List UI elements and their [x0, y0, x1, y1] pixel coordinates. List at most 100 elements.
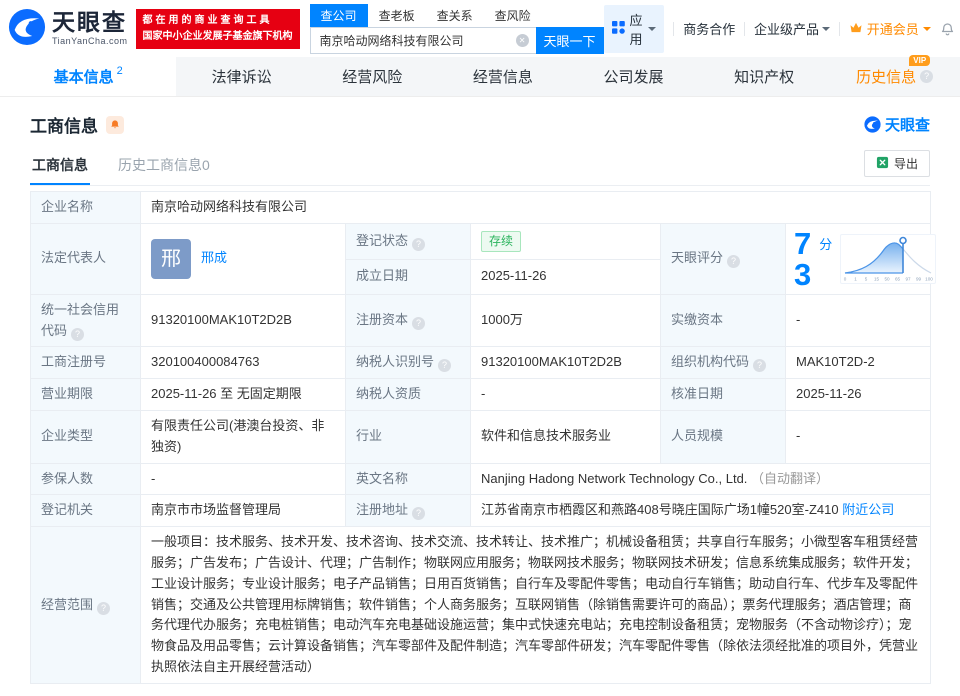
- tick-5: 5: [865, 276, 868, 281]
- english-name-text: Nanjing Hadong Network Technology Co., L…: [481, 470, 748, 486]
- biz-term-label: 营业期限: [30, 378, 141, 411]
- score-distribution-chart: 0 1 5 15 50 65 97 99 100: [840, 233, 937, 284]
- help-icon[interactable]: [412, 237, 426, 251]
- english-name-label: 英文名称: [345, 462, 471, 496]
- help-icon[interactable]: [438, 359, 452, 373]
- reg-status-label: 登记状态: [345, 222, 471, 260]
- help-icon[interactable]: [71, 327, 85, 341]
- help-icon[interactable]: [753, 359, 767, 373]
- tick-0: 0: [844, 276, 847, 281]
- subtab-business-info[interactable]: 工商信息: [30, 147, 90, 185]
- nav-business-coop[interactable]: 商务合作: [683, 19, 735, 38]
- tick-100: 100: [925, 276, 933, 281]
- tab-operation-risk[interactable]: 经营风险: [307, 57, 438, 96]
- logo-text: 天眼查 TianYanCha.com: [52, 11, 128, 46]
- excel-export-icon: [876, 156, 889, 172]
- tab-company-development[interactable]: 公司发展: [568, 57, 699, 96]
- insured-count-label: 参保人数: [30, 462, 141, 496]
- table-row: 统一社会信用代码 91320100MAK10T2D2B 注册资本 1000万 实…: [30, 293, 932, 348]
- help-icon[interactable]: [920, 70, 934, 83]
- promo-line-1: 都在用的商业查询工具: [142, 14, 273, 26]
- tab-history-info[interactable]: 历史信息 VIP: [829, 55, 960, 96]
- reg-capital-label-text: 注册资本: [356, 312, 409, 328]
- industry-value: 软件和信息技术服务业: [470, 409, 661, 464]
- insured-count-value: -: [140, 462, 346, 496]
- search-area: 查公司 查老板 查关系 查风险 天眼一下: [309, 3, 604, 54]
- company-type-label: 企业类型: [30, 409, 141, 464]
- apps-menu[interactable]: 应用: [603, 4, 665, 53]
- credit-code-label: 统一社会信用代码: [30, 293, 141, 348]
- org-code-label-text: 组织机构代码: [671, 354, 750, 370]
- search-button[interactable]: 天眼一下: [535, 26, 604, 54]
- nav-enterprise-products[interactable]: 企业级产品: [754, 19, 831, 38]
- main-content: 工商信息 天眼查 工商信息 历史工商信息0 导出 企业名称 南京哈动网络科技有限…: [0, 97, 960, 684]
- table-row: 企业名称 南京哈动网络科技有限公司: [30, 191, 932, 224]
- search-tab-risk[interactable]: 查风险: [484, 4, 542, 27]
- tab-intellectual-property[interactable]: 知识产权: [699, 57, 830, 96]
- search-tab-boss[interactable]: 查老板: [368, 4, 426, 27]
- export-button[interactable]: 导出: [863, 150, 930, 177]
- header-right-nav: 应用 商务合作 企业级产品 开通会员 超级风...: [603, 4, 960, 53]
- divider: [839, 21, 840, 36]
- nearby-companies-link[interactable]: 附近公司: [842, 502, 894, 517]
- legal-rep-link[interactable]: 邢成: [201, 248, 227, 269]
- apps-label: 应用: [629, 12, 643, 47]
- org-code-value: MAK10T2D-2: [784, 346, 932, 380]
- score-cell: 73 分 0 1 5 15 50 65 97 99 100: [784, 222, 937, 295]
- chevron-down-icon: [922, 26, 931, 35]
- open-vip-button[interactable]: 开通会员: [849, 19, 931, 38]
- promo-line-2: 国家中小企业发展子基金旗下机构: [142, 30, 293, 42]
- help-icon[interactable]: [412, 507, 426, 521]
- help-icon[interactable]: [97, 601, 111, 615]
- help-icon[interactable]: [727, 255, 741, 269]
- promo-banner: 都在用的商业查询工具 国家中小企业发展子基金旗下机构: [135, 8, 300, 49]
- site-header: 天眼查 TianYanCha.com 都在用的商业查询工具 国家中小企业发展子基…: [0, 0, 960, 57]
- industry-label: 行业: [345, 409, 471, 464]
- tab-basic-info[interactable]: 基本信息 2: [0, 57, 177, 96]
- tab-basic-info-label: 基本信息: [53, 69, 114, 86]
- search-tab-relation[interactable]: 查关系: [426, 4, 484, 27]
- divider: [673, 21, 675, 36]
- search-tab-company[interactable]: 查公司: [309, 3, 368, 27]
- announcement-bell-icon[interactable]: [106, 115, 124, 134]
- staff-size-value: -: [784, 409, 932, 464]
- reg-number-label: 工商注册号: [30, 346, 141, 380]
- search-input[interactable]: [309, 26, 536, 54]
- reg-address-text: 江苏省南京市栖霞区和燕路408号晓庄国际广场1幢520室-Z410: [481, 502, 839, 518]
- tick-15: 15: [874, 276, 880, 281]
- legal-rep-cell: 邢 邢成: [140, 222, 346, 295]
- approval-date-value: 2025-11-26: [784, 378, 932, 411]
- tick-50: 50: [885, 276, 891, 281]
- english-name-value: Nanjing Hadong Network Technology Co., L…: [469, 462, 932, 496]
- clear-icon[interactable]: [515, 33, 529, 47]
- chevron-down-icon: [822, 26, 831, 35]
- tick-97: 97: [906, 276, 912, 281]
- subtab-history-business-info[interactable]: 历史工商信息0: [116, 147, 212, 185]
- reg-status-value: 存续: [470, 222, 661, 260]
- table-row: 工商注册号 320100400084763 纳税人识别号 91320100MAK…: [30, 346, 932, 380]
- status-badge: 存续: [481, 230, 522, 252]
- reg-number-value: 320100400084763: [140, 346, 346, 380]
- paid-capital-value: -: [784, 293, 932, 348]
- table-row: 企业类型 有限责任公司(港澳台投资、非独资) 行业 软件和信息技术服务业 人员规…: [30, 409, 932, 464]
- tab-legal-litigation[interactable]: 法律诉讼: [176, 57, 307, 96]
- open-vip-label: 开通会员: [866, 22, 919, 37]
- help-icon[interactable]: [412, 317, 426, 331]
- brand-domain: TianYanCha.com: [52, 36, 128, 46]
- search-tabs: 查公司 查老板 查关系 查风险: [309, 3, 604, 27]
- chevron-down-icon: [648, 26, 657, 35]
- reg-authority-label: 登记机关: [30, 494, 141, 528]
- apps-grid-icon: [611, 20, 625, 37]
- tianyancha-logo[interactable]: 天眼查 TianYanCha.com: [8, 8, 128, 49]
- divider: [744, 21, 745, 36]
- notification-bell-icon[interactable]: [940, 21, 955, 37]
- taxpayer-id-value: 91320100MAK10T2D2B: [470, 346, 661, 380]
- tab-operation-info[interactable]: 经营信息: [438, 57, 569, 96]
- tick-65: 65: [895, 276, 901, 281]
- paid-capital-label: 实缴资本: [660, 293, 786, 348]
- avatar[interactable]: 邢: [151, 238, 191, 279]
- est-date-value: 2025-11-26: [470, 258, 661, 295]
- score-label: 天眼评分: [660, 222, 786, 295]
- taxpayer-id-label-text: 纳税人识别号: [356, 354, 435, 370]
- table-row: 登记机关 南京市市场监督管理局 注册地址 江苏省南京市栖霞区和燕路408号晓庄国…: [30, 494, 932, 528]
